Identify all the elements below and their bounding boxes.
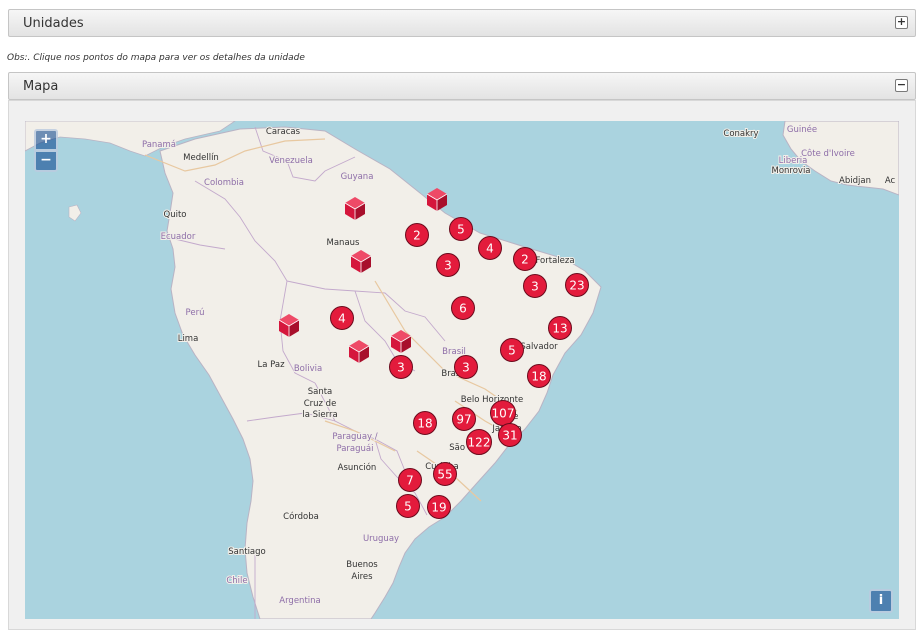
place-label-aires: Aires [351,572,373,582]
place-label-abidjan: Abidjan [839,176,871,186]
cluster-marker[interactable]: 19 [427,495,451,519]
cluster-marker[interactable]: 4 [478,236,502,260]
place-label-belo-horizonte: Belo Horizonte [461,395,523,405]
map-container: Caracas Panamá Medellín Venezuela Colombia Gu… [8,100,916,630]
place-label-conakry: Conakry [723,129,758,139]
place-label-paraguay2: Paraguái [336,444,373,454]
cluster-count: 122 [468,436,491,450]
cluster-marker[interactable]: 97 [452,407,476,431]
cluster-marker[interactable]: 107 [490,400,516,426]
expand-icon[interactable]: + [895,16,908,29]
cluster-marker[interactable]: 5 [449,217,473,241]
mapa-panel-title: Mapa [23,79,59,94]
cluster-marker[interactable]: 3 [523,274,547,298]
place-label-manaus: Manaus [327,238,361,248]
mapa-panel-header[interactable]: Mapa − [8,72,916,100]
cluster-marker[interactable]: 2 [405,223,429,247]
place-label-brasil: Brasil [442,347,466,357]
cluster-count: 13 [552,322,567,336]
place-label-la-sierra: la Sierra [302,410,337,420]
cluster-marker[interactable]: 5 [500,338,524,362]
cluster-marker[interactable]: 7 [398,468,422,492]
map-canvas[interactable]: Caracas Panamá Medellín Venezuela Colombia Gu… [25,121,899,619]
zoom-in-button[interactable]: + [34,129,58,151]
cluster-marker[interactable]: 31 [498,423,522,447]
place-label-buenos: Buenos [346,560,378,570]
cluster-marker[interactable]: 55 [433,462,457,486]
cluster-count: 7 [406,474,414,488]
cluster-count: 97 [456,413,471,427]
cluster-count: 5 [457,223,465,237]
zoom-out-button[interactable]: − [34,150,58,172]
cluster-marker[interactable]: 2 [513,247,537,271]
cluster-count: 31 [502,429,517,443]
cluster-count: 3 [462,361,470,375]
cluster-marker[interactable]: 18 [413,411,437,435]
cluster-marker[interactable]: 6 [451,296,475,320]
place-label-cruz-de: Cruz de [304,399,337,409]
cluster-count: 4 [486,242,494,256]
place-label-ecuador: Ecuador [161,232,196,242]
cluster-marker[interactable]: 23 [565,273,589,297]
place-label-fortaleza: Fortaleza [535,256,574,266]
attribution-info-button[interactable]: i [869,589,893,613]
cluster-count: 18 [417,417,432,431]
cluster-marker[interactable]: 13 [548,316,572,340]
cluster-marker[interactable]: 3 [436,253,460,277]
place-label-medellin: Medellín [183,153,219,163]
place-label-salvador: Salvador [520,342,558,352]
place-label-ac: Ac [885,176,896,186]
cluster-count: 3 [444,259,452,273]
cluster-count: 3 [397,361,405,375]
cluster-count: 6 [459,302,467,316]
unidades-panel-header[interactable]: Unidades + [8,9,916,37]
cluster-marker[interactable]: 5 [396,494,420,518]
cluster-count: 55 [437,468,452,482]
place-label-paraguay1: Paraguay / [332,432,377,442]
cluster-marker[interactable]: 3 [389,355,413,379]
cluster-marker[interactable]: 3 [454,355,478,379]
cluster-marker[interactable]: 18 [527,364,551,388]
place-label-quito: Quito [164,210,187,220]
place-label-uruguay: Uruguay [363,534,399,544]
place-label-colombia: Colombia [204,178,244,188]
cluster-count: 18 [531,370,546,384]
place-label-santiago: Santiago [228,547,266,557]
cluster-count: 5 [404,500,412,514]
place-label-liberia: Liberia [779,156,808,166]
map-view[interactable]: Caracas Panamá Medellín Venezuela Colombia Gu… [25,121,899,619]
place-label-argentina: Argentina [279,596,320,606]
place-label-lima: Lima [178,334,199,344]
cluster-count: 5 [508,344,516,358]
place-label-panama: Panamá [142,140,176,150]
place-label-peru: Perú [186,308,205,318]
cluster-count: 23 [569,279,584,293]
place-label-asuncion: Asunción [338,462,377,473]
cluster-count: 107 [492,407,515,421]
place-label-venezuela: Venezuela [269,156,313,166]
map-instructions: Obs:. Clique nos pontos do mapa para ver… [7,53,305,63]
place-label-la-paz: La Paz [257,360,285,370]
cluster-count: 3 [531,280,539,294]
unidades-panel-title: Unidades [23,16,84,31]
cluster-count: 2 [521,253,529,267]
place-label-bolivia: Bolivia [294,364,322,374]
cluster-count: 19 [431,501,446,515]
cluster-marker[interactable]: 122 [466,429,492,455]
cluster-count: 2 [413,229,421,243]
place-label-caracas: Caracas [266,127,301,137]
collapse-icon[interactable]: − [895,79,908,92]
place-label-guinee: Guinée [787,124,817,135]
place-label-chile: Chile [226,576,247,586]
place-label-guyana: Guyana [341,172,374,182]
place-label-santa: Santa [308,387,333,397]
cluster-marker[interactable]: 4 [330,306,354,330]
place-label-monrovia: Monrovia [771,166,810,176]
place-label-cordoba: Córdoba [283,511,319,522]
place-label-cote-divoire: Côte d'Ivoire [801,148,855,159]
cluster-count: 4 [338,312,346,326]
